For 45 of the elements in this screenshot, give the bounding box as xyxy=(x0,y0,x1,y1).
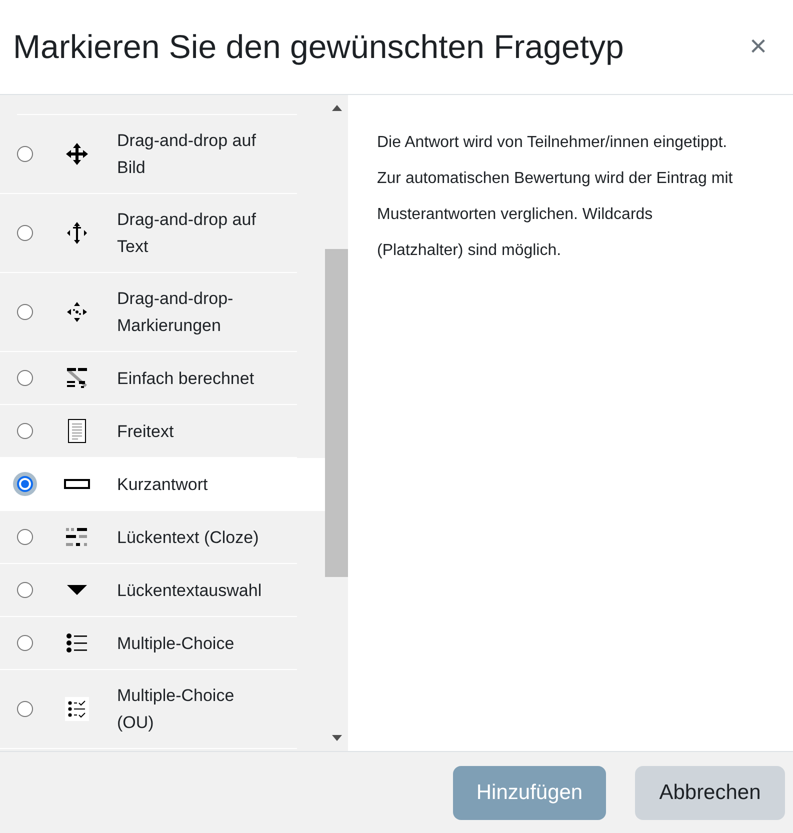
question-type-option[interactable]: Einfach berechnet xyxy=(0,352,297,405)
question-type-option[interactable]: Drag-and-drop auf Text xyxy=(0,194,297,273)
option-label: Multiple-Choice xyxy=(117,632,236,654)
option-label: Drag-and-drop auf Text xyxy=(117,209,257,258)
radio-button[interactable] xyxy=(17,423,33,439)
checklist-icon xyxy=(65,697,89,721)
question-type-description: Die Antwort wird von Teilnehmer/innen eingetippt. Zur automatischen Bewertung wird der Eintrag mit Musterantworten verglichen. Wildcards (Platzhalter) sind möglich. xyxy=(377,133,734,261)
dropdown-triangle-icon xyxy=(67,585,87,595)
option-label: Kurzantwort xyxy=(117,474,209,496)
dialog-title: Markieren Sie den gewünschten Fragetyp xyxy=(13,28,624,66)
text-cursor-arrows-icon xyxy=(66,222,88,244)
document-icon xyxy=(68,419,86,443)
question-type-option[interactable]: Drag-and-drop auf Bild xyxy=(0,115,297,194)
radio-button[interactable] xyxy=(17,582,33,598)
scattered-arrows-icon xyxy=(66,301,88,323)
text-input-icon xyxy=(64,479,90,489)
radio-button[interactable] xyxy=(17,304,33,320)
option-label: Lückentext (Cloze) xyxy=(117,526,260,548)
option-label: Einfach berechnet xyxy=(117,368,256,390)
bulleted-list-icon xyxy=(66,633,88,653)
radio-button[interactable] xyxy=(17,146,33,162)
cancel-button[interactable]: Abbrechen xyxy=(635,766,785,820)
option-label: Drag-and-drop-Markierungen xyxy=(117,288,234,337)
option-label: Drag-and-drop auf Bild xyxy=(117,130,257,179)
gapped-lines-icon xyxy=(65,527,89,547)
option-label: Lückentextauswahl xyxy=(117,580,263,602)
close-button[interactable]: × xyxy=(743,30,773,64)
question-type-option[interactable]: Multiple-Choice xyxy=(0,617,297,670)
scroll-up-icon[interactable] xyxy=(332,105,342,111)
question-type-option[interactable]: Drag-and-drop-Markierungen xyxy=(0,273,297,352)
question-type-option[interactable]: Lückentext (Cloze) xyxy=(0,511,297,564)
option-label: Freitext xyxy=(117,420,175,442)
radio-button[interactable] xyxy=(17,701,33,717)
scrollbar-thumb[interactable] xyxy=(325,249,348,577)
option-label: Multiple-Choice (OU) xyxy=(117,685,236,734)
question-type-option[interactable]: Lückentextauswahl xyxy=(0,564,297,617)
calculation-icon xyxy=(65,366,89,390)
radio-button[interactable] xyxy=(17,225,33,241)
radio-button[interactable] xyxy=(17,635,33,651)
question-type-option[interactable]: Multiple-Choice (OU) xyxy=(0,670,297,749)
radio-button[interactable] xyxy=(17,370,33,386)
question-type-option[interactable]: Kurzantwort xyxy=(0,458,325,511)
radio-button[interactable] xyxy=(17,529,33,545)
four-way-arrow-icon xyxy=(66,143,88,165)
scroll-down-icon[interactable] xyxy=(332,735,342,741)
